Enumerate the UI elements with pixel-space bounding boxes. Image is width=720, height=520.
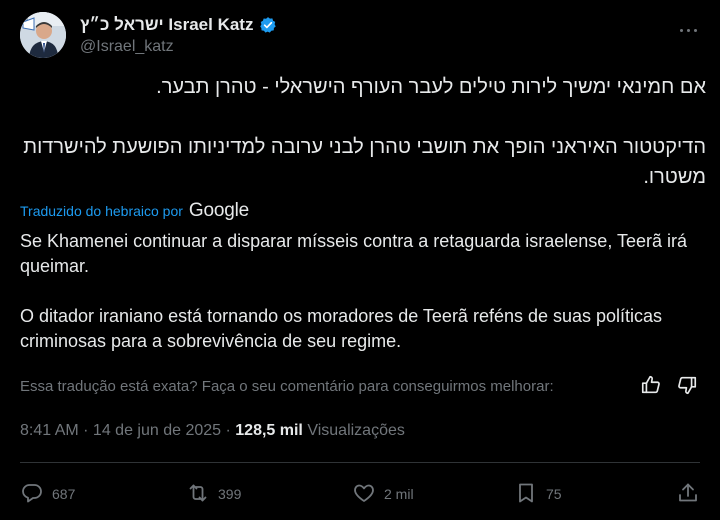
meta-separator: · (78, 422, 93, 439)
reply-button[interactable]: 687 (20, 478, 75, 510)
bookmark-button[interactable]: 75 (514, 478, 562, 510)
share-button[interactable] (676, 478, 700, 510)
google-logo: Google (188, 200, 249, 221)
translated-by-label[interactable]: Traduzido do hebraico por (20, 203, 183, 219)
repost-count: 399 (218, 486, 242, 502)
divider (20, 462, 700, 463)
views-count: 128,5 mil (235, 422, 303, 439)
translation-paragraph: Se Khamenei continuar a disparar mísseis… (20, 231, 688, 276)
like-button[interactable]: 2 mil (352, 478, 414, 510)
tweet-time[interactable]: 8:41 AM (20, 422, 79, 439)
reply-icon (20, 481, 44, 508)
tweet-date[interactable]: 14 de jun de 2025 (93, 422, 221, 439)
views-label: Visualizações (307, 422, 405, 439)
tweet-header: ישראל כ״ץ Israel Katz @Israel_katz (20, 12, 700, 62)
bookmark-icon (514, 481, 538, 508)
meta-separator: · (221, 422, 236, 439)
repost-button[interactable]: 399 (186, 478, 241, 510)
reply-count: 687 (52, 486, 76, 502)
action-bar: 687 399 2 mil 75 (20, 478, 702, 510)
translation-feedback-prompt: Essa tradução está exata? Faça o seu com… (20, 378, 554, 395)
repost-icon (186, 481, 210, 508)
thumbs-up-icon[interactable] (640, 374, 664, 398)
handle[interactable]: @Israel_katz (80, 38, 174, 56)
translation-text: Se Khamenei continuar a disparar mísseis… (20, 229, 700, 354)
translated-by[interactable]: Traduzido do hebraico por Google (20, 200, 249, 222)
thumbs-down-icon[interactable] (676, 374, 700, 398)
share-icon (676, 481, 700, 508)
more-icon[interactable] (676, 20, 700, 40)
avatar[interactable] (20, 12, 66, 58)
like-count: 2 mil (384, 486, 414, 502)
translation-paragraph: O ditador iraniano está tornando os mora… (20, 306, 663, 351)
original-paragraph: הדיקטטור האיראני הופך את תושבי טהרן לבני… (23, 136, 706, 188)
original-text: אם חמינאי ימשיך לירות טילים לעבר העורף ה… (20, 72, 706, 192)
display-name[interactable]: ישראל כ״ץ Israel Katz (80, 15, 253, 35)
bookmark-count: 75 (546, 486, 562, 502)
name-row: ישראל כ״ץ Israel Katz (80, 14, 277, 36)
original-paragraph: אם חמינאי ימשיך לירות טילים לעבר העורף ה… (156, 76, 706, 98)
like-icon (352, 481, 376, 508)
tweet-meta: 8:41 AM · 14 de jun de 2025 · 128,5 mil … (20, 422, 405, 440)
verified-badge-icon[interactable] (259, 16, 277, 34)
